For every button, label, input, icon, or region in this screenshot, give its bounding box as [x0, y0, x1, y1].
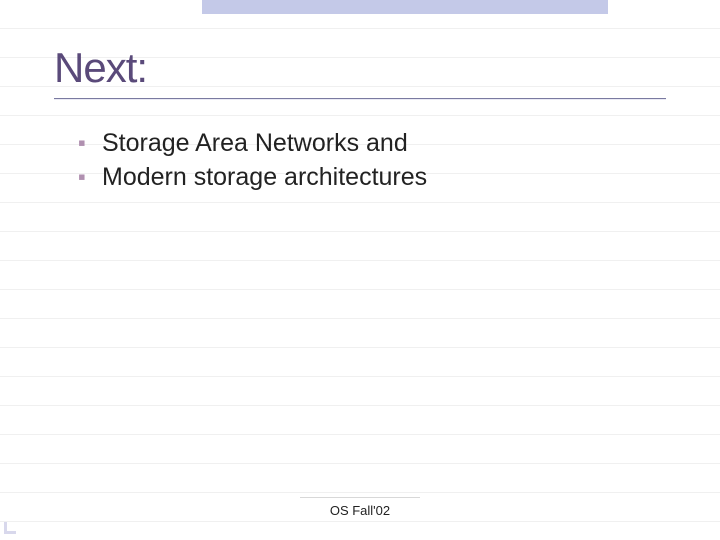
corner-accent-icon — [4, 522, 16, 534]
page-title: Next: — [54, 44, 666, 92]
bullet-icon: ▪ — [78, 162, 92, 192]
footer-text: OS Fall'02 — [0, 503, 720, 518]
list-item: ▪ Storage Area Networks and — [78, 128, 660, 158]
bullet-list: ▪ Storage Area Networks and ▪ Modern sto… — [78, 128, 660, 196]
top-accent-bar — [202, 0, 608, 14]
bullet-text: Storage Area Networks and — [102, 128, 408, 158]
title-underline — [54, 98, 666, 99]
bullet-text: Modern storage architectures — [102, 162, 427, 192]
list-item: ▪ Modern storage architectures — [78, 162, 660, 192]
bullet-icon: ▪ — [78, 128, 92, 158]
footer-divider — [300, 497, 420, 498]
